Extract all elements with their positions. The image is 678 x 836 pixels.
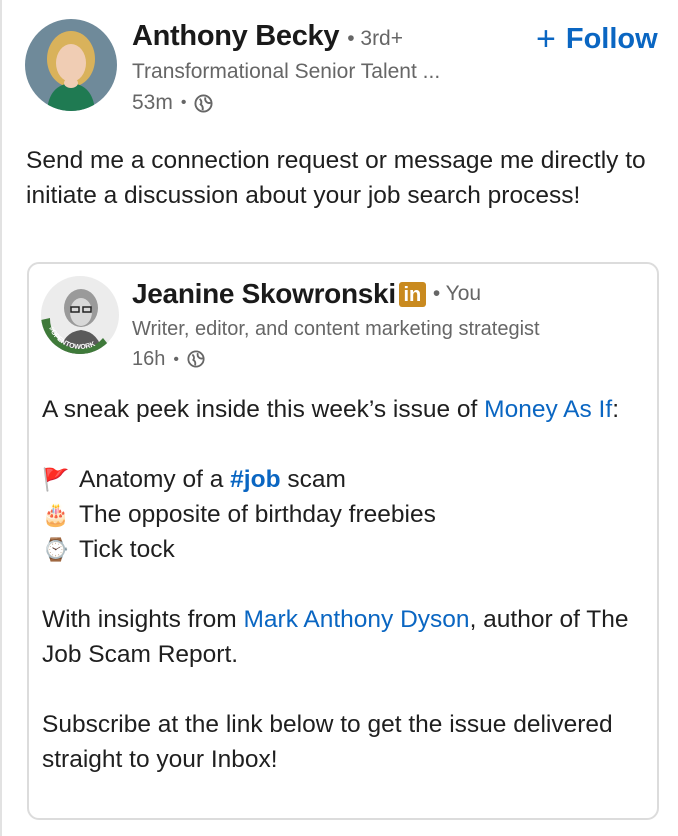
shared-author-avatar[interactable]: #OPENTOWORK xyxy=(41,276,119,354)
birthday-cake-icon: 🎂 xyxy=(42,502,70,527)
globe-icon xyxy=(194,93,213,113)
globe-icon xyxy=(187,350,206,369)
follow-label: Follow xyxy=(565,22,658,55)
shared-author-headline: Writer, editor, and content marketing st… xyxy=(132,318,540,340)
linkedin-premium-badge-icon: in xyxy=(398,281,426,307)
author-headline: Transformational Senior Talent ... xyxy=(132,60,441,83)
meta-separator: • xyxy=(173,350,179,368)
shared-post-time: 16h xyxy=(132,348,166,370)
list-item: 🎂 The opposite of birthday freebies xyxy=(42,497,642,532)
red-flag-icon: 🚩 xyxy=(42,467,70,492)
author-avatar[interactable] xyxy=(25,19,117,111)
insights-text: With insights from xyxy=(42,606,244,633)
author-name-row: Anthony Becky • 3rd+ xyxy=(132,20,403,53)
post-meta: 53m • xyxy=(132,91,213,115)
list-item: ⌚ Tick tock xyxy=(42,532,642,567)
list-item-text: Tick tock xyxy=(79,536,175,563)
shared-post-card[interactable]: #OPENTOWORK Jeanine Skowronski in • You … xyxy=(27,262,659,820)
author-name[interactable]: Anthony Becky xyxy=(132,20,340,53)
shared-author-name-row: Jeanine Skowronski in • You xyxy=(132,278,481,310)
shared-post-text: A sneak peek inside this week’s issue of… xyxy=(42,392,642,777)
follow-button[interactable]: + Follow xyxy=(536,22,658,56)
shared-post-meta: 16h • xyxy=(132,348,206,371)
mention-link[interactable]: Mark Anthony Dyson xyxy=(244,606,470,633)
list-item-text: The opposite of birthday freebies xyxy=(79,501,436,528)
post-text: Send me a connection request or message … xyxy=(26,147,646,209)
hashtag-link[interactable]: #job xyxy=(230,466,280,493)
subscribe-line: Subscribe at the link below to get the i… xyxy=(42,711,613,773)
intro-colon: : xyxy=(612,396,619,423)
list-item-text: Anatomy of a xyxy=(79,466,231,493)
meta-separator: • xyxy=(180,94,187,111)
shared-relation: • You xyxy=(432,282,482,305)
insights-line: With insights from Mark Anthony Dyson, a… xyxy=(42,602,642,672)
intro-line: A sneak peek inside this week’s issue of… xyxy=(42,392,642,427)
intro-text: A sneak peek inside this week’s issue of xyxy=(42,396,485,423)
post-time: 53m xyxy=(132,91,173,114)
connection-degree: • 3rd+ xyxy=(347,27,404,50)
watch-icon: ⌚ xyxy=(42,537,70,562)
newsletter-link[interactable]: Money As If xyxy=(484,396,612,423)
shared-author-name[interactable]: Jeanine Skowronski xyxy=(132,278,396,310)
feed-post: Anthony Becky • 3rd+ Transformational Se… xyxy=(0,0,678,836)
plus-icon: + xyxy=(536,20,556,58)
list-item-text: scam xyxy=(280,466,346,493)
list-item: 🚩 Anatomy of a #job scam xyxy=(42,462,642,497)
